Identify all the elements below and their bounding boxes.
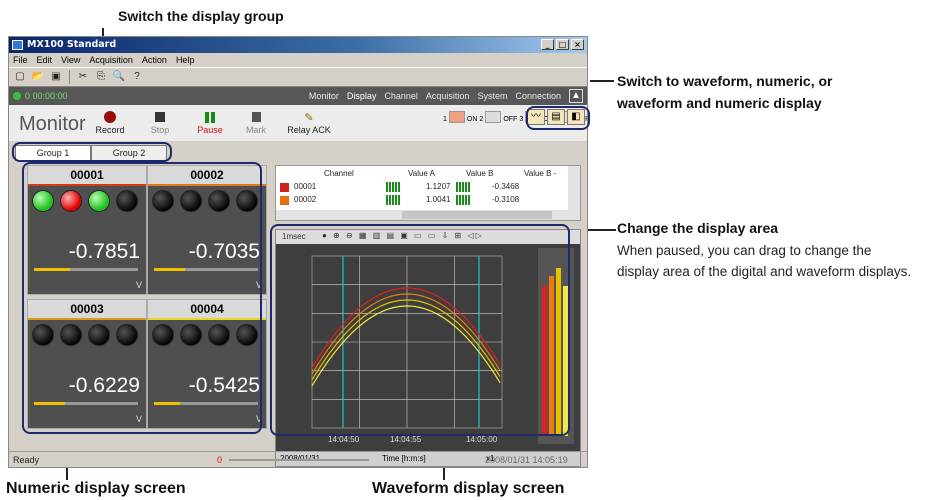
nav-connection[interactable]: Connection [515,87,561,105]
elapsed-time: 0 00:00:00 [25,91,68,101]
save-icon[interactable]: ▣ [49,70,63,84]
nav-channel[interactable]: Channel [384,87,418,105]
open-folder-icon[interactable]: 📂 [31,70,45,84]
page-title: Monitor [19,113,86,135]
vertical-scrollbar[interactable] [568,166,580,220]
x-tick-label: 14:04:55 [390,435,422,444]
table-row[interactable]: 00001 1.1207 -0.3468 [276,182,568,194]
stop-button[interactable]: Stop [135,109,185,135]
status-zero: 0 [217,455,223,465]
callout-switch-view: Switch to waveform, numeric, or waveform… [617,73,833,111]
menu-edit[interactable]: Edit [37,53,53,67]
maximize-button[interactable]: □ [556,39,569,50]
callout-area-desc: When paused, you can drag to change the … [617,243,912,279]
color-swatch [280,196,289,205]
status-bar: Ready 0 2008/01/31 14:05:19 [9,451,587,467]
channel-table: Channel Value A Value B Value B - 00001 … [275,165,581,221]
copy-icon[interactable]: ⎘ [94,70,108,84]
leader-view [590,80,614,82]
monitor-status-bar: 0 00:00:00 Monitor Display Channel Acqui… [9,87,587,105]
minimize-button[interactable]: _ [541,39,554,50]
col-value-b-minus: Value B - [524,169,557,178]
toolbar-separator [69,70,70,84]
switch-1[interactable] [448,111,465,123]
toolbar: ▢ 📂 ▣ ✂ ⎘ 🔍 ? [9,67,587,87]
bar-indicator [456,195,470,205]
mark-icon [251,112,261,122]
record-button[interactable]: Record [85,109,135,135]
bar-indicator [386,195,400,205]
horizontal-scrollbar[interactable] [276,210,570,220]
nav-system[interactable]: System [477,87,507,105]
color-swatch [280,183,289,192]
col-value-a: Value A [408,169,435,178]
new-file-icon[interactable]: ▢ [13,70,27,84]
bar-indicator [386,182,400,192]
status-slider[interactable] [229,459,369,461]
help-icon[interactable]: ? [130,70,144,84]
menu-acquisition[interactable]: Acquisition [89,53,133,67]
waveform-highlight [270,224,570,436]
view-buttons-highlight [526,106,590,130]
relay-ack-icon: ✎ [304,111,314,124]
menu-bar: File Edit View Acquisition Action Help [9,53,587,67]
menu-view[interactable]: View [61,53,80,67]
nav-monitor[interactable]: Monitor [309,87,339,105]
menu-action[interactable]: Action [142,53,167,67]
callout-waveform: Waveform display screen [372,480,565,497]
x-tick-label: 14:05:00 [466,435,498,444]
numeric-highlight [22,162,262,434]
relay-ack-button[interactable]: ✎ Relay ACK [281,109,337,136]
running-led-icon [13,92,21,100]
status-text: Ready [13,455,40,465]
zoom-icon[interactable]: 🔍 [112,70,126,84]
title-bar: MX100 Standard _ □ × [9,37,587,53]
close-button[interactable]: × [571,39,584,50]
mark-button[interactable]: Mark [231,109,281,135]
stop-icon [155,112,165,122]
menu-file[interactable]: File [13,53,28,67]
col-channel: Channel [324,169,354,178]
app-icon [12,40,23,50]
callout-area-title: Change the display area [617,220,779,236]
pause-button[interactable]: Pause [185,109,235,135]
callout-switch-group: Switch the display group [118,8,284,24]
table-row[interactable]: 00002 1.0041 -0.3108 [276,195,568,207]
nav-display[interactable]: Display [347,87,377,105]
x-tick-label: 14:04:50 [328,435,360,444]
nav-acquisition[interactable]: Acquisition [426,87,470,105]
cut-icon[interactable]: ✂ [76,70,90,84]
record-icon [104,111,116,123]
group-tabs-highlight [12,142,172,162]
bar-indicator [456,182,470,192]
menu-help[interactable]: Help [176,53,195,67]
pause-icon [205,111,215,123]
col-value-b: Value B [466,169,494,178]
window-title: MX100 Standard [27,39,117,50]
control-bar: Monitor Record Stop Pause Mark ✎ Relay A… [9,105,587,141]
switch-2[interactable] [485,111,502,123]
collapse-up-icon[interactable]: ▲ [569,89,583,103]
scroll-thumb[interactable] [402,211,552,219]
callout-numeric: Numeric display screen [6,480,186,497]
datetime: 2008/01/31 14:05:19 [485,455,568,465]
